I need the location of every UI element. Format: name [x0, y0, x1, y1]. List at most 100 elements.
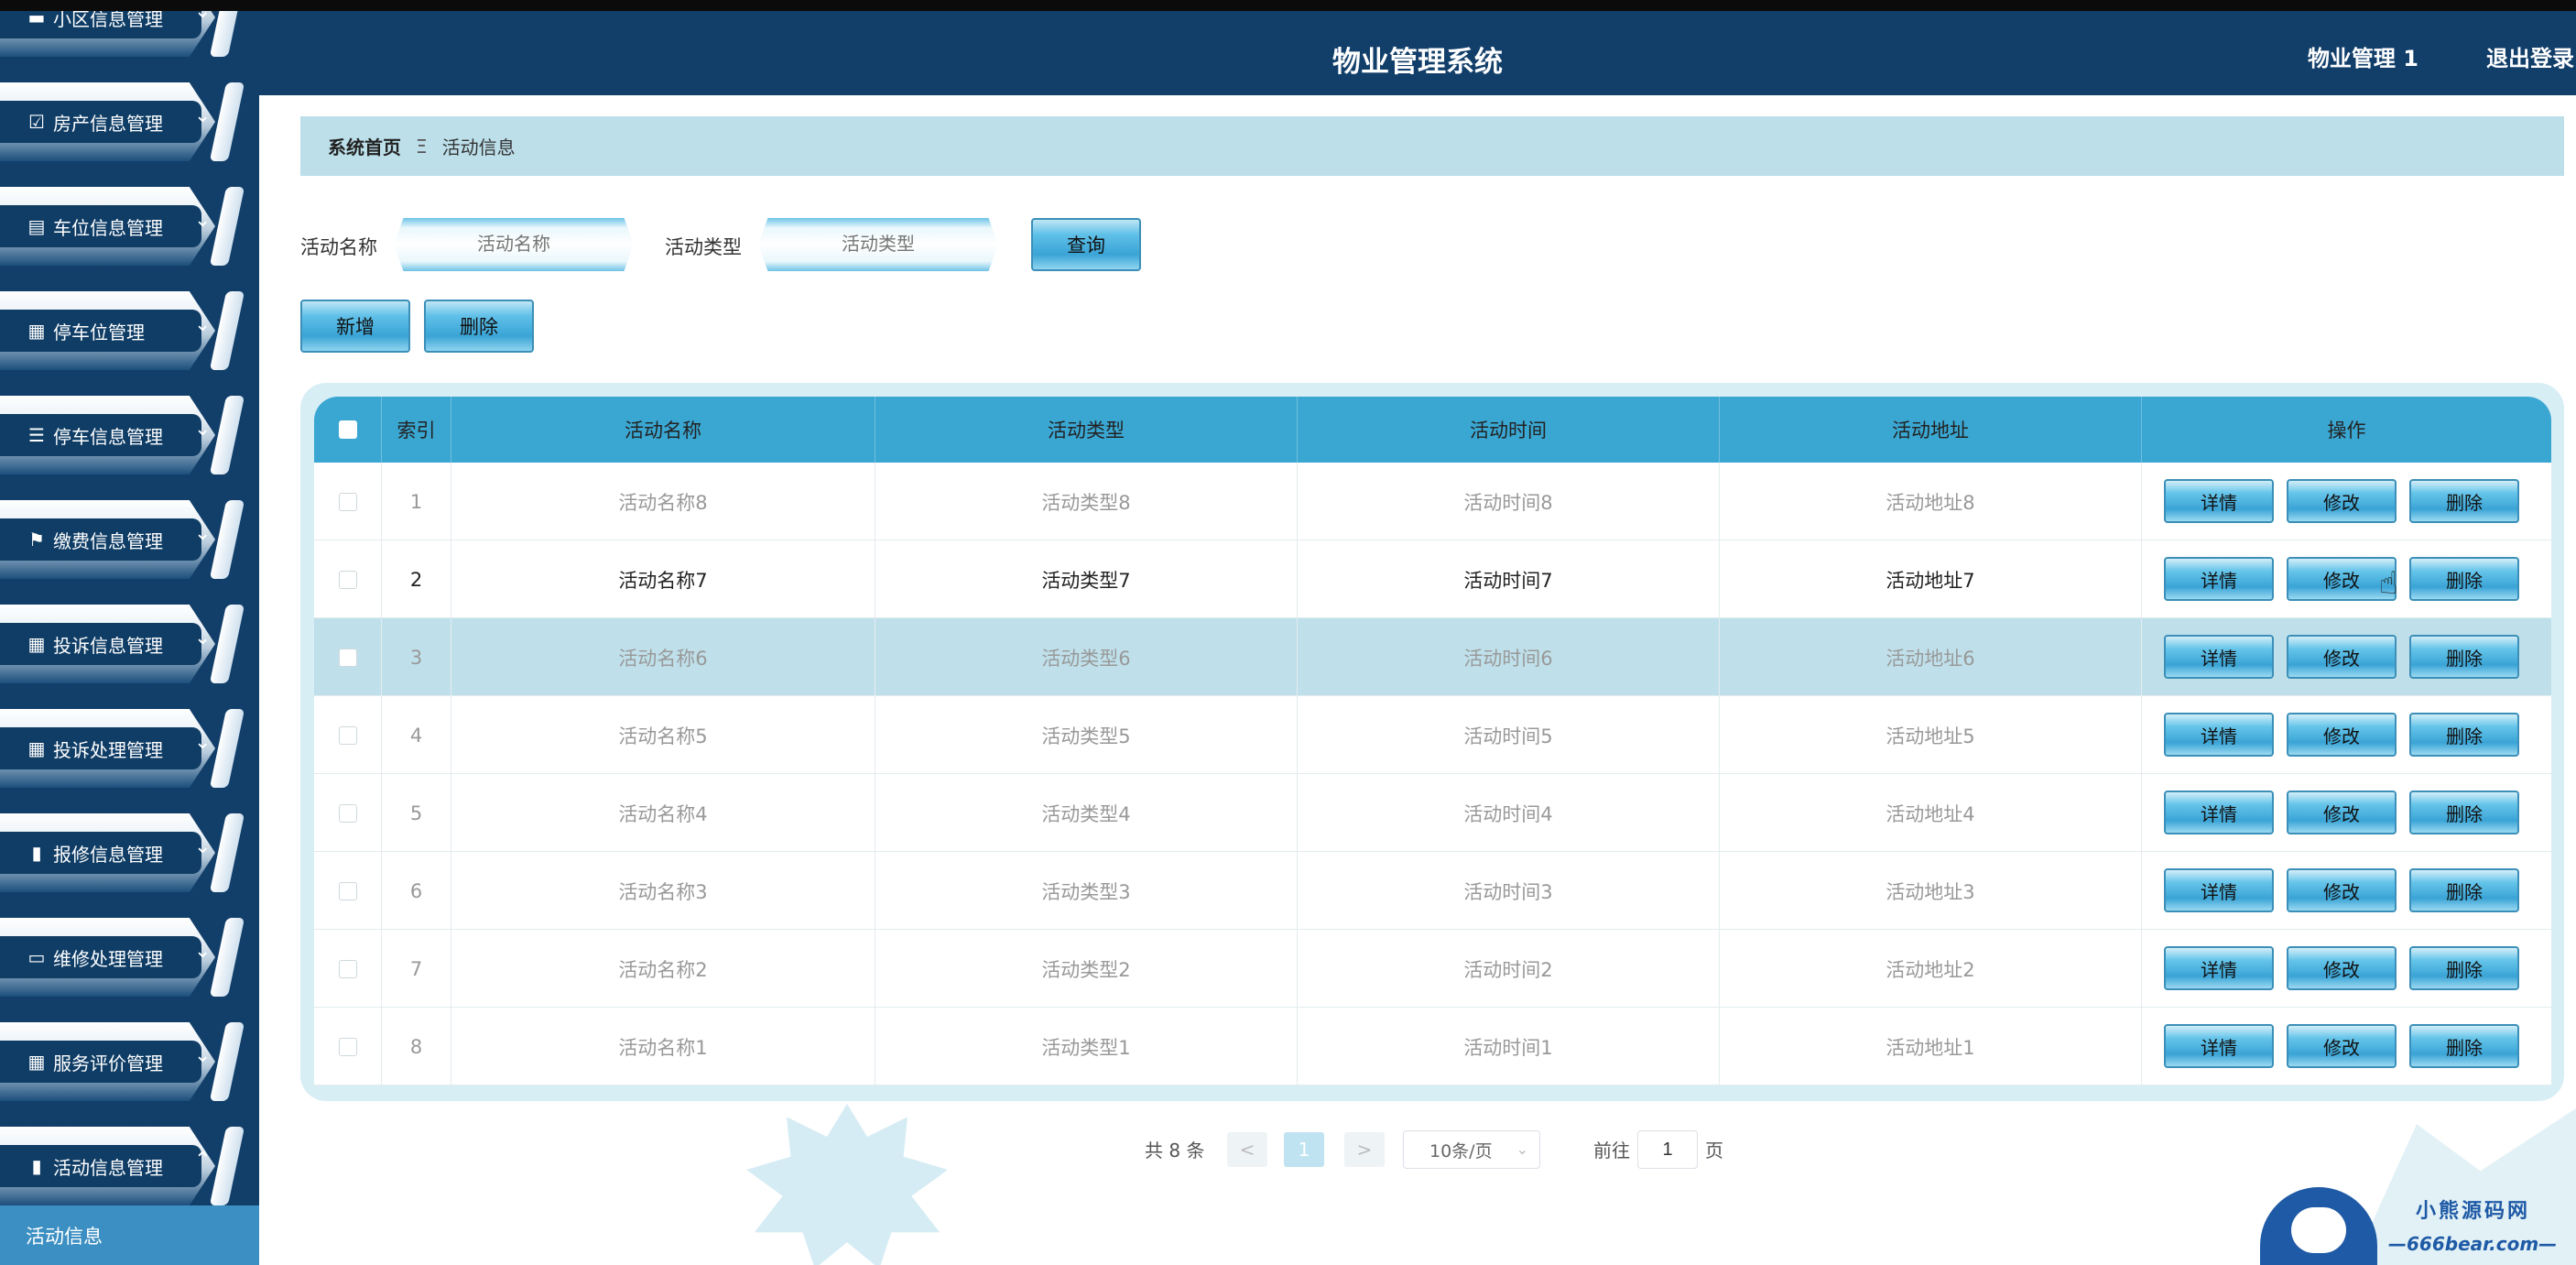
sidebar-item-11[interactable]: ▦ 服务评价管理 ⌄	[0, 1022, 215, 1101]
pagination-current-page[interactable]: 1	[1284, 1132, 1324, 1167]
cell-type: 活动类型6	[875, 618, 1298, 696]
sidebar-item-9[interactable]: ▮ 报修信息管理 ⌄	[0, 813, 215, 892]
header-select-all[interactable]	[314, 397, 382, 463]
detail-button[interactable]: 详情	[2164, 479, 2274, 523]
delete-button[interactable]: 删除	[2409, 635, 2519, 679]
detail-button[interactable]: 详情	[2164, 791, 2274, 834]
cell-time: 活动时间4	[1298, 774, 1720, 852]
add-button[interactable]: 新增	[300, 300, 410, 353]
logout-link[interactable]: 退出登录	[2486, 40, 2574, 72]
delete-button[interactable]: 删除	[2409, 791, 2519, 834]
cell-index: 4	[382, 696, 451, 774]
table-row[interactable]: 6 活动名称3 活动类型3 活动时间3 活动地址3 详情 修改 删除	[314, 852, 2551, 930]
sidebar-subitem-activity-info[interactable]: 活动信息	[0, 1205, 259, 1265]
activity-name-input[interactable]	[394, 218, 634, 271]
edit-button[interactable]: 修改	[2287, 868, 2397, 912]
cell-name: 活动名称2	[451, 930, 875, 1008]
delete-button[interactable]: 删除	[2409, 868, 2519, 912]
chevron-down-icon: ⌄	[194, 731, 212, 754]
delete-button[interactable]: 删除	[2409, 479, 2519, 523]
edit-button[interactable]: 修改	[2287, 791, 2397, 834]
row-checkbox[interactable]	[338, 959, 357, 978]
sidebar-item-5[interactable]: ☰ 停车信息管理 ⌄	[0, 396, 215, 474]
table-row[interactable]: 4 活动名称5 活动类型5 活动时间5 活动地址5 详情 修改 删除	[314, 696, 2551, 774]
activity-type-input[interactable]	[758, 218, 998, 271]
delete-button[interactable]: 删除	[2409, 713, 2519, 757]
sidebar-item-12[interactable]: ▮ 活动信息管理 ⌃	[0, 1127, 215, 1205]
detail-button[interactable]: 详情	[2164, 635, 2274, 679]
cell-time: 活动时间7	[1298, 540, 1720, 618]
edit-button[interactable]: 修改	[2287, 479, 2397, 523]
batch-delete-button[interactable]: 删除	[424, 300, 534, 353]
row-checkbox[interactable]	[338, 1037, 357, 1056]
pagination-next-button[interactable]: >	[1344, 1132, 1385, 1167]
query-button[interactable]: 查询	[1031, 218, 1141, 271]
bar-chart-icon: ▮	[31, 1155, 42, 1177]
grid-icon: ▦	[27, 633, 46, 655]
monitor-icon: ▬	[27, 11, 46, 28]
row-checkbox[interactable]	[338, 570, 357, 589]
pagination-prev-button[interactable]: <	[1227, 1132, 1267, 1167]
edit-button[interactable]: 修改	[2287, 635, 2397, 679]
current-user[interactable]: 物业管理 1	[2308, 40, 2418, 72]
row-checkbox[interactable]	[338, 803, 357, 823]
row-checkbox[interactable]	[338, 492, 357, 511]
row-select-cell	[314, 852, 382, 930]
row-checkbox[interactable]	[338, 725, 357, 745]
column-header-type: 活动类型	[875, 397, 1298, 463]
table-row[interactable]: 1 活动名称8 活动类型8 活动时间8 活动地址8 详情 修改 删除	[314, 463, 2551, 540]
chevron-down-icon: ⌄	[194, 522, 212, 545]
cell-address: 活动地址1	[1720, 1008, 2142, 1085]
delete-button[interactable]: 删除	[2409, 557, 2519, 601]
page-size-select[interactable]: 10条/页 ⌄	[1403, 1130, 1540, 1169]
cell-type: 活动类型3	[875, 852, 1298, 930]
detail-button[interactable]: 详情	[2164, 946, 2274, 990]
cell-index: 3	[382, 618, 451, 696]
select-all-checkbox[interactable]	[338, 420, 357, 439]
sidebar-item-2[interactable]: ☑ 房产信息管理 ⌄	[0, 82, 215, 161]
cell-time: 活动时间8	[1298, 463, 1720, 540]
table-row[interactable]: 8 活动名称1 活动类型1 活动时间1 活动地址1 详情 修改 删除	[314, 1008, 2551, 1085]
cell-actions: 详情 修改 删除	[2142, 852, 2551, 930]
cell-index: 8	[382, 1008, 451, 1085]
sidebar-item-6[interactable]: ⚑ 缴费信息管理 ⌄	[0, 500, 215, 579]
table-row[interactable]: 3 活动名称6 活动类型6 活动时间6 活动地址6 详情 修改 删除	[314, 618, 2551, 696]
sidebar-item-10[interactable]: ▭ 维修处理管理 ⌄	[0, 918, 215, 997]
cell-type: 活动类型4	[875, 774, 1298, 852]
sidebar-item-8[interactable]: ▦ 投诉处理管理 ⌄	[0, 709, 215, 788]
detail-button[interactable]: 详情	[2164, 868, 2274, 912]
table-row[interactable]: 5 活动名称4 活动类型4 活动时间4 活动地址4 详情 修改 删除	[314, 774, 2551, 852]
cell-address: 活动地址2	[1720, 930, 2142, 1008]
page-size-value: 10条/页	[1429, 1140, 1493, 1161]
delete-button[interactable]: 删除	[2409, 946, 2519, 990]
table-row[interactable]: 7 活动名称2 活动类型2 活动时间2 活动地址2 详情 修改 删除	[314, 930, 2551, 1008]
sidebar-item-7[interactable]: ▦ 投诉信息管理 ⌄	[0, 605, 215, 683]
goto-page-input[interactable]	[1637, 1130, 1698, 1169]
cell-index: 1	[382, 463, 451, 540]
window-top-strip	[0, 0, 2576, 11]
row-checkbox[interactable]	[338, 881, 357, 900]
chevron-down-icon: ⌄	[194, 940, 212, 963]
edit-button[interactable]: 修改	[2287, 1024, 2397, 1068]
sidebar-item-1[interactable]: ▬ 小区信息管理 ⌄	[0, 11, 215, 57]
sidebar-item-4[interactable]: ▦ 停车位管理 ⌄	[0, 291, 215, 370]
cell-index: 6	[382, 852, 451, 930]
chevron-down-icon: ⌄	[194, 627, 212, 649]
detail-button[interactable]: 详情	[2164, 1024, 2274, 1068]
edit-button[interactable]: 修改	[2287, 713, 2397, 757]
cell-address: 活动地址4	[1720, 774, 2142, 852]
sidebar-item-label: 投诉信息管理	[53, 634, 163, 657]
detail-button[interactable]: 详情	[2164, 557, 2274, 601]
detail-button[interactable]: 详情	[2164, 713, 2274, 757]
table-row[interactable]: 2 活动名称7 活动类型7 活动时间7 活动地址7 详情 修改 删除	[314, 540, 2551, 618]
delete-button[interactable]: 删除	[2409, 1024, 2519, 1068]
mouse-pointer-icon: ☝	[2379, 565, 2398, 602]
sidebar-item-3[interactable]: ▤ 车位信息管理 ⌄	[0, 187, 215, 266]
breadcrumb-home[interactable]: 系统首页	[328, 133, 401, 159]
sidebar-item-label: 维修处理管理	[53, 947, 163, 970]
goto-label: 前往	[1593, 1139, 1630, 1161]
breadcrumb-current: 活动信息	[441, 136, 516, 158]
edit-button[interactable]: 修改	[2287, 946, 2397, 990]
sidebar-item-label: 服务评价管理	[53, 1052, 163, 1074]
row-checkbox[interactable]	[338, 648, 357, 667]
